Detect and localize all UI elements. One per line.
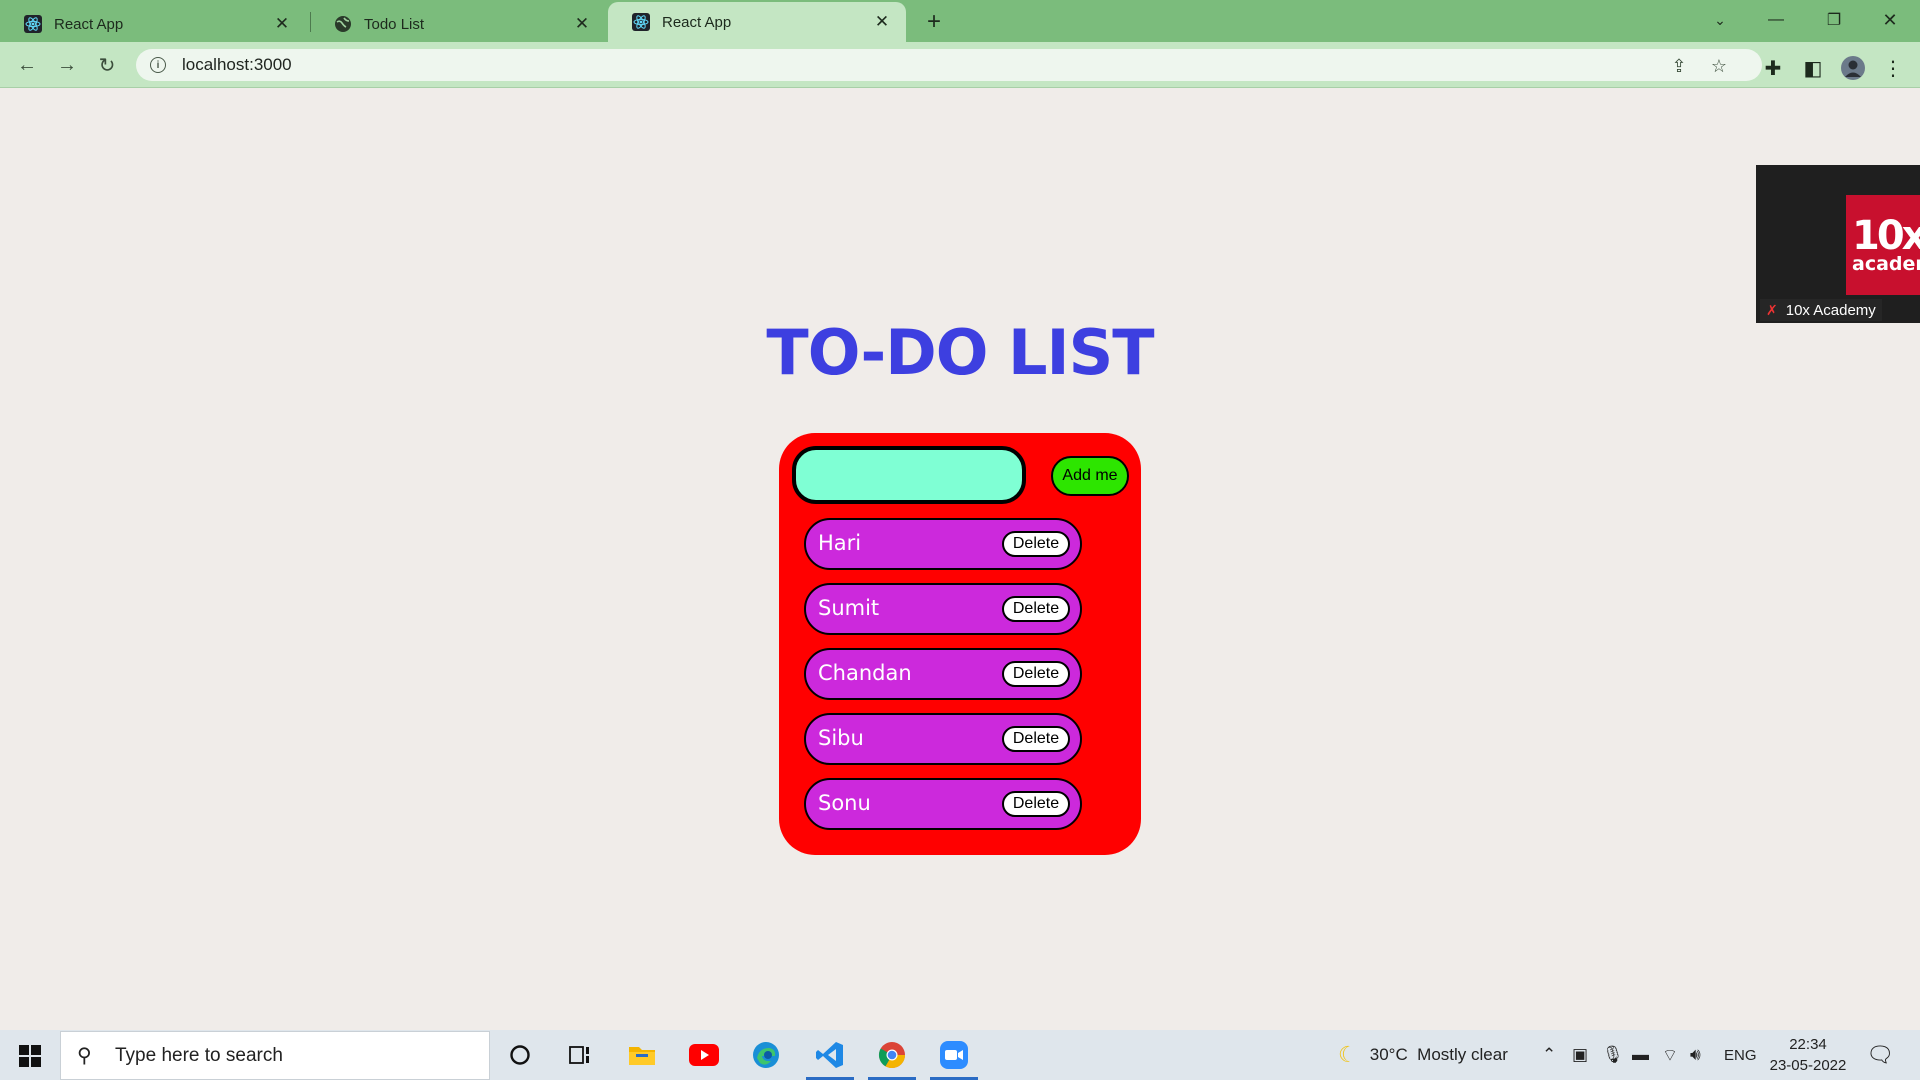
youtube-icon[interactable] bbox=[676, 1030, 732, 1080]
todo-item: Sibu Delete bbox=[804, 713, 1082, 765]
close-icon[interactable]: ✕ bbox=[872, 12, 892, 32]
search-placeholder: Type here to search bbox=[115, 1044, 283, 1066]
todo-item: Sumit Delete bbox=[804, 583, 1082, 635]
site-info-icon[interactable]: i bbox=[150, 57, 166, 73]
vscode-icon[interactable] bbox=[802, 1030, 858, 1080]
page-title: TO-DO LIST bbox=[766, 316, 1154, 389]
extensions-icon[interactable]: ✚ bbox=[1760, 55, 1786, 81]
task-view-icon[interactable] bbox=[552, 1030, 608, 1080]
show-hidden-icons[interactable]: ⌃ bbox=[1542, 1030, 1556, 1080]
forward-icon[interactable]: → bbox=[52, 50, 82, 80]
todo-item-text: Chandan bbox=[818, 661, 912, 685]
react-icon bbox=[24, 15, 42, 33]
logo-small-text: academy bbox=[1852, 253, 1920, 275]
delete-button[interactable]: Delete bbox=[1002, 596, 1070, 622]
clock-date: 23-05-2022 bbox=[1769, 1057, 1847, 1074]
participant-name: 10x Academy bbox=[1785, 301, 1876, 319]
close-icon[interactable]: ✕ bbox=[572, 14, 592, 34]
participant-label: ✗ 10x Academy bbox=[1760, 299, 1882, 321]
muted-mic-icon: ✗ bbox=[1766, 301, 1778, 318]
react-icon bbox=[632, 13, 650, 31]
todo-list: Hari Delete Sumit Delete Chandan Delete … bbox=[804, 518, 1082, 843]
battery-icon[interactable]: ▬ bbox=[1632, 1030, 1649, 1080]
zoom-icon[interactable] bbox=[926, 1030, 982, 1080]
tab-title: Todo List bbox=[364, 15, 425, 33]
meet-now-icon[interactable]: ▣ bbox=[1572, 1030, 1588, 1080]
video-call-thumbnail[interactable]: 10x academy ✗ 10x Academy bbox=[1756, 165, 1920, 323]
tab-title: React App bbox=[54, 15, 124, 33]
file-explorer-icon[interactable] bbox=[614, 1030, 670, 1080]
add-button[interactable]: Add me bbox=[1051, 456, 1129, 496]
todo-input[interactable] bbox=[792, 446, 1026, 504]
delete-button[interactable]: Delete bbox=[1002, 791, 1070, 817]
delete-button[interactable]: Delete bbox=[1002, 726, 1070, 752]
weather-widget[interactable]: ☾ 30°C Mostly clear bbox=[1338, 1030, 1508, 1080]
reload-icon[interactable]: ↻ bbox=[92, 50, 122, 80]
minimize-icon[interactable]: — bbox=[1748, 0, 1804, 40]
todo-item-text: Sumit bbox=[818, 596, 880, 620]
back-icon[interactable]: ← bbox=[12, 50, 42, 80]
microphone-icon[interactable]: 🎙 bbox=[1602, 1030, 1624, 1080]
volume-icon[interactable]: 🔊︎ bbox=[1690, 1030, 1701, 1080]
profile-avatar-icon[interactable] bbox=[1840, 55, 1866, 81]
academy-logo: 10x academy bbox=[1846, 195, 1920, 295]
taskbar-search[interactable]: ⚲ Type here to search bbox=[60, 1031, 490, 1080]
side-panel-icon[interactable]: ◧ bbox=[1800, 55, 1826, 81]
tab-title: React App bbox=[662, 13, 732, 31]
wifi-icon[interactable]: ⌔ bbox=[1662, 1030, 1678, 1080]
todo-item: Chandan Delete bbox=[804, 648, 1082, 700]
new-tab-button[interactable]: + bbox=[920, 8, 948, 36]
todo-card: Add me Hari Delete Sumit Delete Chandan … bbox=[779, 433, 1141, 855]
todo-item-text: Hari bbox=[818, 531, 862, 555]
address-bar[interactable]: i localhost:3000 ⇪ ☆ bbox=[136, 49, 1762, 81]
edge-icon[interactable] bbox=[738, 1030, 794, 1080]
share-icon[interactable]: ⇪ bbox=[1670, 56, 1688, 76]
menu-icon[interactable]: ⋮ bbox=[1880, 55, 1906, 81]
browser-toolbar: ← → ↻ i localhost:3000 ⇪ ☆ bbox=[0, 42, 1920, 88]
browser-tab[interactable]: Todo List ✕ bbox=[310, 6, 606, 42]
clock[interactable]: 22:34 23-05-2022 bbox=[1768, 1030, 1848, 1080]
browser-tab-active[interactable]: React App ✕ bbox=[608, 2, 906, 42]
todo-item: Sonu Delete bbox=[804, 778, 1082, 830]
search-icon: ⚲ bbox=[77, 1045, 92, 1067]
cortana-icon[interactable] bbox=[492, 1030, 548, 1080]
clock-time: 22:34 bbox=[1789, 1036, 1827, 1053]
language-indicator[interactable]: ENG bbox=[1724, 1030, 1757, 1080]
taskbar: ⚲ Type here to search ☾ 30°C Mostly clea… bbox=[0, 1030, 1920, 1080]
close-icon[interactable]: ✕ bbox=[272, 14, 292, 34]
windows-start-icon[interactable] bbox=[10, 1042, 50, 1070]
delete-button[interactable]: Delete bbox=[1002, 661, 1070, 687]
browser-tab-strip: React App ✕ Todo List ✕ React App ✕ + ⌄ … bbox=[0, 0, 1920, 42]
close-window-icon[interactable]: ✕ bbox=[1862, 0, 1918, 40]
moon-cloud-icon: ☾ bbox=[1338, 1042, 1358, 1067]
browser-tab[interactable]: React App ✕ bbox=[0, 6, 306, 42]
todo-item-text: Sibu bbox=[818, 726, 864, 750]
delete-button[interactable]: Delete bbox=[1002, 531, 1070, 557]
bookmark-star-icon[interactable]: ☆ bbox=[1710, 56, 1728, 76]
notifications-icon[interactable]: 🗨︎ bbox=[1866, 1030, 1894, 1080]
todo-item: Hari Delete bbox=[804, 518, 1082, 570]
globe-icon bbox=[334, 15, 352, 33]
weather-text: 30°C Mostly clear bbox=[1369, 1045, 1508, 1064]
url-text: localhost:3000 bbox=[182, 55, 292, 74]
tab-search-icon[interactable]: ⌄ bbox=[1692, 0, 1748, 40]
restore-icon[interactable]: ❐ bbox=[1806, 0, 1862, 40]
todo-item-text: Sonu bbox=[818, 791, 871, 815]
chrome-icon[interactable] bbox=[864, 1030, 920, 1080]
